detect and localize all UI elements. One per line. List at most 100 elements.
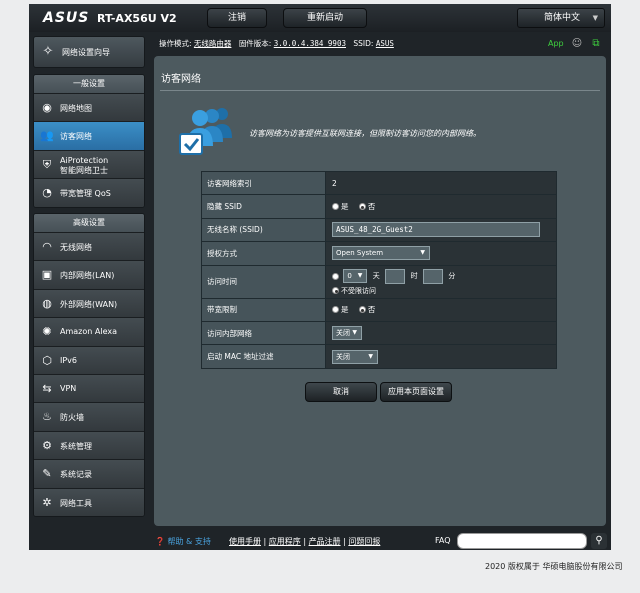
sidebar-item-lan[interactable]: ▣ 内部网络(LAN): [34, 260, 144, 289]
page-title: 访客网络: [161, 74, 201, 85]
apply-button[interactable]: 应用本页面设置: [380, 382, 452, 402]
sidebar-item-label: 网络地图: [60, 104, 92, 113]
page-description: 访客网络为访客提供互联网连接，但限制访客访问您的内部网络。: [249, 129, 481, 138]
unlimited-radio[interactable]: [332, 287, 339, 295]
auth-cell: Open System ▼: [325, 241, 557, 266]
sidebar-item-label: AiProtection 智能网络卫士: [60, 156, 108, 176]
alexa-icon: ✺: [42, 325, 52, 339]
hide-ssid-options: 是 否: [325, 194, 557, 219]
sidebar-item-aiprotection[interactable]: ⛨ AiProtection 智能网络卫士: [34, 149, 144, 179]
sidebar-item-ipv6[interactable]: ⬡ IPv6: [34, 345, 144, 374]
status-line: 操作模式: 无线路由器 固件版本: 3.0.0.4.384_9903 SSID:…: [159, 38, 399, 49]
ssid-input[interactable]: ASUS_48_2G_Guest2: [332, 222, 540, 238]
sidebar-item-label: Amazon Alexa: [60, 327, 117, 337]
help-support-link[interactable]: ❓ 帮助 & 支持: [155, 536, 211, 547]
faq-search-input[interactable]: [457, 533, 587, 549]
intranet-label: 访问内部网络: [201, 320, 326, 346]
sidebar-item-label: 系统记录: [60, 470, 92, 480]
sidebar-item-label: 带宽管理 QoS: [60, 189, 111, 199]
help-icon: ❓: [155, 537, 165, 546]
app-link[interactable]: App: [548, 39, 564, 48]
hide-ssid-yes-radio[interactable]: [332, 203, 339, 211]
sidebar-item-label: 网络工具: [60, 498, 92, 508]
days-select[interactable]: 0 ▼: [343, 269, 368, 284]
sidebar-item-administration[interactable]: ⚙ 系统管理: [34, 430, 144, 460]
index-label: 访客网络索引: [201, 170, 326, 196]
manual-link[interactable]: 使用手册: [229, 537, 261, 546]
unlimited-label: 不受限访问: [341, 286, 376, 295]
feedback-link[interactable]: 问题回报: [348, 537, 380, 546]
sidebar-item-wireless[interactable]: ◠ 无线网络: [34, 232, 144, 261]
sidebar-item-firewall[interactable]: ♨ 防火墙: [34, 402, 144, 431]
asus-logo: ASUS: [43, 10, 90, 26]
quick-setup-button[interactable]: ✧ 网络设置向导: [33, 36, 145, 68]
language-select[interactable]: 简体中文 ▼: [517, 8, 605, 28]
sidebar-item-label: 系统管理: [60, 441, 92, 451]
ssid-field-label: 无线名称 (SSID): [201, 217, 326, 243]
footer-links: 使用手册 | 应用程序 | 产品注册 | 问题回报: [229, 537, 381, 546]
sidebar-item-qos[interactable]: ◔ 带宽管理 QoS: [34, 178, 144, 207]
aiprotection-sublabel: 智能网络卫士: [60, 165, 108, 175]
minute-unit: 分: [448, 272, 456, 281]
help-label: 帮助 & 支持: [167, 537, 211, 546]
users-status-icon[interactable]: ☺: [571, 38, 583, 50]
auth-label: 授权方式: [201, 241, 326, 266]
hide-ssid-yes-label: 是: [341, 202, 349, 212]
mac-filter-label: 启动 MAC 地址过滤: [201, 344, 326, 369]
model-name: RT-AX56U V2: [97, 12, 177, 25]
connection-status-icon[interactable]: ⧉: [590, 38, 602, 50]
advanced-settings-group: 高级设置 ◠ 无线网络 ▣ 内部网络(LAN) ◍ 外部网络(WAN) ✺ Am…: [33, 213, 145, 517]
firmware-label: 固件版本:: [238, 39, 272, 48]
auth-value: Open System: [336, 249, 384, 258]
minutes-input[interactable]: [422, 268, 443, 284]
ssid-link[interactable]: ASUS: [376, 39, 394, 48]
access-time-cell: 0 ▼ 天 时 分 不受限访问: [325, 264, 557, 299]
sidebar-item-vpn[interactable]: ⇆ VPN: [34, 373, 144, 403]
sidebar-item-label: 外部网络(WAN): [60, 299, 118, 309]
chevron-down-icon: ▼: [352, 329, 357, 337]
limited-time-radio[interactable]: [332, 272, 339, 280]
table-row: 启动 MAC 地址过滤 关闭 ▼: [201, 344, 557, 369]
sidebar-item-wan[interactable]: ◍ 外部网络(WAN): [34, 288, 144, 318]
faq-label: FAQ: [435, 536, 451, 545]
guest-network-icon: 👥: [40, 129, 54, 143]
sidebar-item-label: 访客网络: [60, 132, 92, 142]
top-header: ASUS RT-AX56U V2 注销 重新启动 简体中文 ▼: [29, 4, 611, 32]
mode-link[interactable]: 无线路由器: [194, 39, 232, 48]
table-row: 访客网络索引 2: [201, 170, 557, 196]
day-unit: 天: [372, 272, 380, 281]
bandwidth-no-radio[interactable]: [358, 306, 366, 314]
sidebar-item-network-tools[interactable]: ✲ 网络工具: [34, 487, 144, 516]
mac-filter-select[interactable]: 关闭 ▼: [332, 349, 378, 364]
register-link[interactable]: 产品注册: [309, 537, 341, 546]
ssid-field-cell: ASUS_48_2G_Guest2: [325, 217, 557, 243]
bandwidth-yes-label: 是: [341, 305, 349, 315]
intranet-value: 关闭: [336, 329, 350, 338]
sidebar-item-guest-network[interactable]: 👥 访客网络: [34, 121, 144, 150]
sidebar-item-label: 防火墙: [60, 413, 84, 423]
logout-button[interactable]: 注销: [207, 8, 267, 28]
bandwidth-label: 带宽限制: [201, 297, 326, 322]
general-settings-title: 一般设置: [34, 75, 144, 93]
intranet-select[interactable]: 关闭 ▼: [332, 326, 362, 341]
days-value: 0: [347, 272, 352, 281]
firmware-link[interactable]: 3.0.0.4.384_9903: [274, 39, 346, 48]
table-row: 隐藏 SSID 是 否: [201, 194, 557, 219]
sidebar-item-network-map[interactable]: ◉ 网络地图: [34, 93, 144, 122]
log-icon: ✎: [42, 467, 52, 481]
hours-input[interactable]: [385, 268, 406, 284]
table-row: 带宽限制 是 否: [201, 297, 557, 322]
sidebar-item-system-log[interactable]: ✎ 系统记录: [34, 459, 144, 488]
bandwidth-yes-radio[interactable]: [332, 306, 339, 314]
guest-network-illustration-icon: [179, 108, 232, 155]
cancel-button[interactable]: 取消: [305, 382, 377, 402]
hide-ssid-no-radio[interactable]: [358, 203, 366, 211]
title-divider: [160, 90, 600, 91]
apps-link[interactable]: 应用程序: [269, 537, 301, 546]
sidebar-item-alexa[interactable]: ✺ Amazon Alexa: [34, 317, 144, 346]
auth-select[interactable]: Open System ▼: [332, 246, 430, 261]
reboot-button[interactable]: 重新启动: [283, 8, 367, 28]
table-row: 访问内部网络 关闭 ▼: [201, 320, 557, 346]
shield-icon: ⛨: [42, 157, 52, 171]
search-icon[interactable]: ⚲: [591, 533, 607, 549]
